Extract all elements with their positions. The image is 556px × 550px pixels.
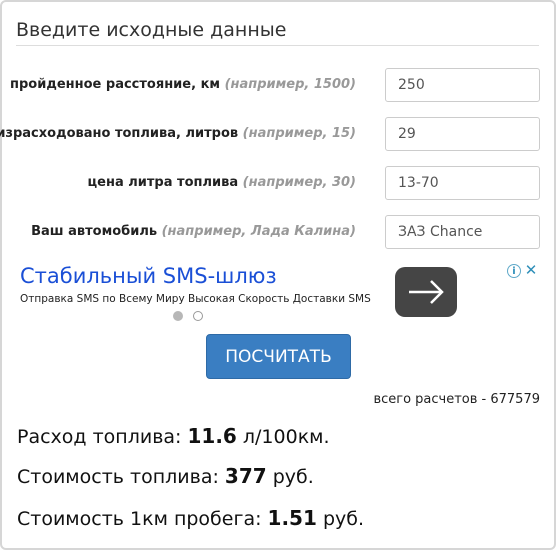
result-label: Стоимость топлива: <box>17 466 225 488</box>
result-value: 377 <box>224 464 267 488</box>
row-price: цена литра топлива (например, 30) 13-70 <box>0 166 556 200</box>
price-label: цена литра топлива (например, 30) <box>88 175 356 190</box>
info-icon[interactable]: i <box>507 264 521 278</box>
result-value: 1.51 <box>267 506 317 530</box>
ad-arrow-button[interactable] <box>395 267 457 317</box>
calculation-count: всего расчетов - 677579 <box>373 392 540 407</box>
result-label: Расход топлива: <box>17 426 188 448</box>
result-unit: руб. <box>316 508 365 530</box>
distance-label: пройденное расстояние, км (например, 150… <box>10 77 356 92</box>
distance-input[interactable]: 250 <box>385 68 540 102</box>
ad-slide-dot-2[interactable] <box>193 311 203 321</box>
result-unit: руб. <box>266 466 314 488</box>
car-label-text: Ваш автомобиль <box>31 224 158 239</box>
calculate-button[interactable]: ПОСЧИТАТЬ <box>206 334 351 379</box>
row-fuel: израсходовано топлива, литров (например,… <box>0 117 556 151</box>
distance-label-text: пройденное расстояние, км <box>10 77 221 92</box>
row-distance: пройденное расстояние, км (например, 150… <box>0 68 556 102</box>
row-car: Ваш автомобиль (например, Лада Калина) З… <box>0 215 556 249</box>
price-hint: (например, 30) <box>242 175 356 190</box>
price-label-text: цена литра топлива <box>87 175 239 190</box>
fuel-hint: (например, 15) <box>242 126 356 141</box>
result-unit: л/100км. <box>236 426 330 448</box>
result-fuel-consumption: Расход топлива: 11.6 л/100км. <box>17 424 330 448</box>
arrow-right-icon <box>409 280 444 304</box>
fuel-label: израсходовано топлива, литров (например,… <box>0 126 356 141</box>
close-icon[interactable]: ✕ <box>523 262 539 278</box>
car-input[interactable]: ЗАЗ Chance <box>385 215 540 249</box>
car-label: Ваш автомобиль (например, Лада Калина) <box>31 224 356 239</box>
distance-hint: (например, 1500) <box>224 77 356 92</box>
ad-title-link[interactable]: Стабильный SMS-шлюз <box>20 264 277 288</box>
result-cost-per-km: Стоимость 1км пробега: 1.51 руб. <box>17 506 364 530</box>
result-value: 11.6 <box>187 424 237 448</box>
result-fuel-cost: Стоимость топлива: 377 руб. <box>17 464 314 488</box>
ad-description[interactable]: Отправка SMS по Всему Миру Высокая Скоро… <box>20 293 371 305</box>
ad-slide-dot-1[interactable] <box>173 311 183 321</box>
price-input[interactable]: 13-70 <box>385 166 540 200</box>
fuel-input[interactable]: 29 <box>385 117 540 151</box>
title-divider <box>16 45 539 46</box>
car-hint: (например, Лада Калина) <box>161 224 356 239</box>
form-title: Введите исходные данные <box>16 19 287 41</box>
result-label: Стоимость 1км пробега: <box>17 508 268 530</box>
fuel-label-text: израсходовано топлива, литров <box>0 126 239 141</box>
